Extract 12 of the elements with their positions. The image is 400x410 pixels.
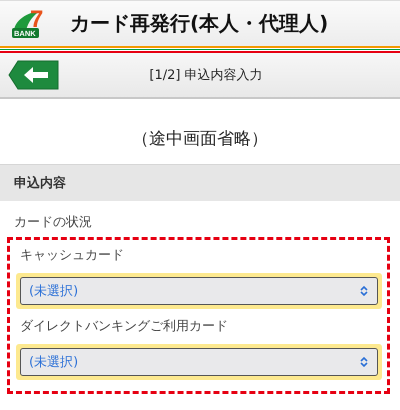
- select-field[interactable]: (未選択): [20, 348, 378, 376]
- omission-note: （途中画面省略）: [131, 128, 269, 151]
- field-label: ダイレクトバンキングご利用カード: [19, 318, 229, 336]
- field-label: キャッシュカード: [19, 247, 125, 265]
- page-title: カード再発行(本人・代理人): [70, 10, 328, 37]
- step-indicator: [1/2] 申込内容入力: [148, 67, 264, 84]
- field-group-label: カードの状況: [13, 214, 93, 232]
- select-field[interactable]: (未選択): [20, 277, 378, 305]
- chevron-icon: [359, 285, 369, 297]
- chevron-icon: [359, 356, 369, 368]
- back-button[interactable]: [8, 60, 60, 90]
- section-header: 申込内容: [0, 164, 400, 201]
